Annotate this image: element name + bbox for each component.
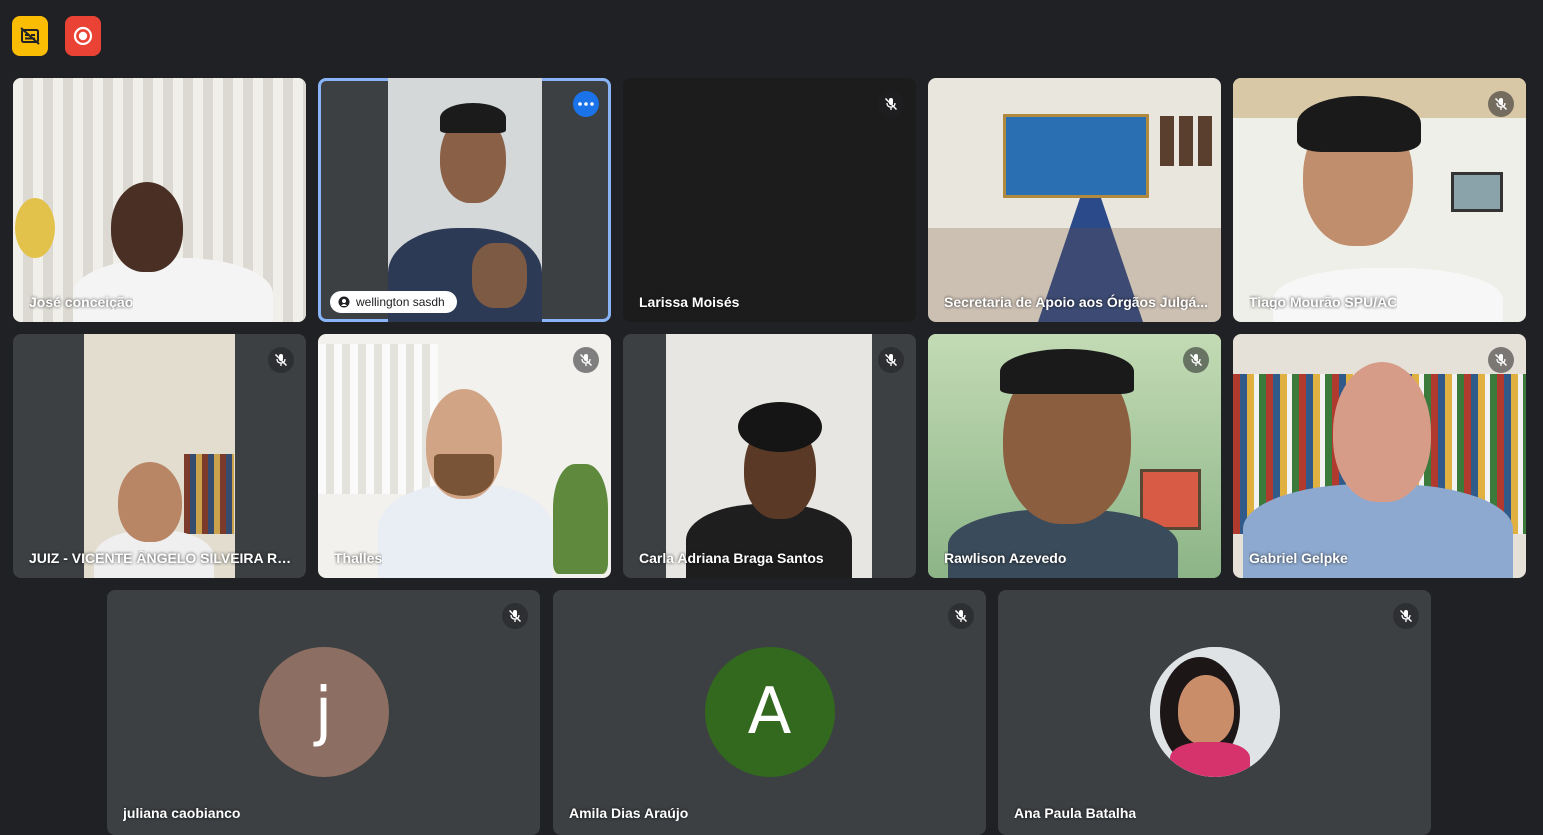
participant-name: Amila Dias Araújo — [569, 805, 689, 821]
participant-tile[interactable]: Rawlison Azevedo — [928, 334, 1221, 578]
participant-video — [928, 78, 1221, 322]
participant-video — [318, 334, 611, 578]
muted-indicator — [878, 347, 904, 373]
muted-indicator — [878, 91, 904, 117]
mic-off-icon — [954, 609, 968, 623]
muted-indicator — [502, 603, 528, 629]
participant-tile[interactable]: José conceição — [13, 78, 306, 322]
participant-name: José conceição — [29, 294, 134, 310]
participant-tile[interactable]: JUIZ - VICENTE ÂNGELO SILVEIRA RE... — [13, 334, 306, 578]
participant-name: juliana caobianco — [123, 805, 241, 821]
participant-name: JUIZ - VICENTE ÂNGELO SILVEIRA RE... — [29, 550, 294, 566]
mic-off-icon — [1494, 353, 1508, 367]
participant-video — [73, 258, 273, 322]
participant-name: Gabriel Gelpke — [1249, 550, 1348, 566]
recording-button[interactable] — [65, 16, 101, 56]
participant-name: wellington sasdh — [356, 295, 445, 309]
participant-tile[interactable]: Carla Adriana Braga Santos — [623, 334, 916, 578]
captions-off-icon — [20, 27, 40, 45]
participant-name: Larissa Moisés — [639, 294, 740, 310]
muted-indicator — [948, 603, 974, 629]
participant-name: Rawlison Azevedo — [944, 550, 1067, 566]
muted-indicator — [1393, 603, 1419, 629]
participant-tile[interactable]: Larissa Moisés — [623, 78, 916, 322]
muted-indicator — [573, 347, 599, 373]
participant-tile[interactable]: j juliana caobianco — [107, 590, 540, 835]
mic-off-icon — [508, 609, 522, 623]
recording-icon — [73, 26, 93, 46]
participant-video — [1233, 334, 1526, 578]
captions-off-button[interactable] — [12, 16, 48, 56]
participant-avatar: A — [704, 647, 835, 777]
participant-avatar-photo — [1149, 647, 1280, 777]
participant-name: Carla Adriana Braga Santos — [639, 550, 824, 566]
more-options-button[interactable] — [573, 91, 599, 117]
participant-name: Thalles — [334, 550, 383, 566]
speaker-name-pill: wellington sasdh — [330, 291, 457, 313]
avatar-letter: j — [314, 675, 333, 749]
participant-tile[interactable]: Thalles — [318, 334, 611, 578]
participant-name: Tiago Mourão SPU/AC — [1249, 294, 1398, 310]
participant-tile[interactable]: Ana Paula Batalha — [998, 590, 1431, 835]
mic-off-icon — [884, 353, 898, 367]
participant-name: Secretaria de Apoio aos Órgãos Julgá... — [944, 294, 1209, 310]
mic-off-icon — [579, 353, 593, 367]
muted-indicator — [268, 347, 294, 373]
participant-video — [666, 334, 872, 578]
participant-video — [84, 334, 235, 578]
participant-tile[interactable]: A Amila Dias Araújo — [553, 590, 986, 835]
muted-indicator — [1488, 91, 1514, 117]
more-horizontal-icon — [578, 102, 594, 106]
participant-tile-active-speaker[interactable]: wellington sasdh — [318, 78, 611, 322]
mic-off-icon — [274, 353, 288, 367]
participant-avatar: j — [258, 647, 389, 777]
mic-off-icon — [1494, 97, 1508, 111]
participant-video — [1233, 78, 1526, 322]
muted-indicator — [1183, 347, 1209, 373]
avatar-letter: A — [747, 675, 792, 749]
mic-off-icon — [1399, 609, 1413, 623]
participant-video — [388, 78, 542, 322]
participant-name: Ana Paula Batalha — [1014, 805, 1137, 821]
mic-off-icon — [884, 97, 898, 111]
participant-tile[interactable]: Tiago Mourão SPU/AC — [1233, 78, 1526, 322]
speaking-indicator-icon — [338, 296, 350, 308]
muted-indicator — [1488, 347, 1514, 373]
participant-video — [928, 334, 1221, 578]
participant-tile[interactable]: Secretaria de Apoio aos Órgãos Julgá... — [928, 78, 1221, 322]
participant-tile[interactable]: Gabriel Gelpke — [1233, 334, 1526, 578]
mic-off-icon — [1189, 353, 1203, 367]
